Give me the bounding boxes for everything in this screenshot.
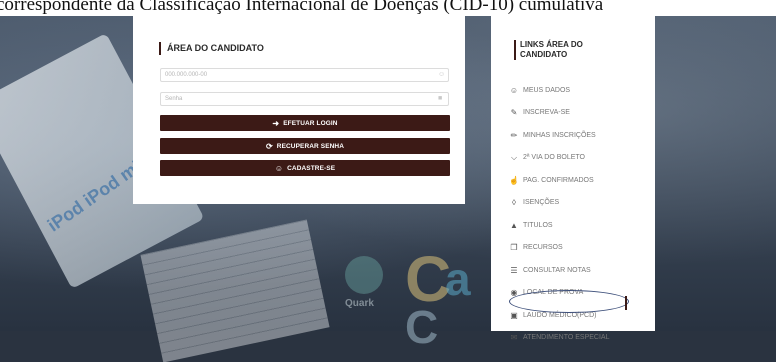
user-icon: ☺ bbox=[274, 163, 284, 173]
sidebar-item-meus-dados[interactable]: ☺ MEUS DADOS bbox=[509, 79, 609, 102]
c-logo-icon-secondary: C bbox=[405, 301, 439, 353]
sidebar-item-label: ATENDIMENTO ESPECIAL bbox=[523, 334, 610, 342]
user-icon: ☺ bbox=[509, 85, 519, 95]
sidebar-item-label: CONSULTAR NOTAS bbox=[523, 266, 591, 274]
login-button[interactable]: ➜ EFETUAR LOGIN bbox=[160, 115, 450, 131]
sidebar-item-label: PAG. CONFIRMADOS bbox=[523, 176, 594, 184]
graduation-cap-icon: ▲ bbox=[510, 220, 518, 230]
cpf-placeholder: 000.000.000-00 bbox=[165, 72, 208, 78]
sidebar-item-label: MINHAS INSCRIÇÕES bbox=[523, 131, 596, 139]
a-logo-icon: a bbox=[445, 253, 471, 305]
background-notebook bbox=[140, 219, 330, 362]
sign-in-icon: ➜ bbox=[272, 118, 280, 128]
top-caption-text: correspondente da Classificação Internac… bbox=[0, 0, 604, 15]
candidate-links-sidebar: LINKS ÁREA DO CANDIDATO ☺ MEUS DADOS ✎ I… bbox=[491, 16, 655, 342]
recover-button-label: RECUPERAR SENHA bbox=[276, 142, 345, 150]
sidebar-item-label: ISENÇÕES bbox=[523, 199, 560, 207]
recover-password-button[interactable]: ⟳ RECUPERAR SENHA bbox=[160, 138, 450, 154]
cpf-input[interactable]: 000.000.000-00 ☺ bbox=[160, 68, 449, 82]
sidebar-item-pag-confirmados[interactable]: ☝ PAG. CONFIRMADOS bbox=[509, 169, 609, 192]
sidebar-item-consultar-notas[interactable]: ☰ CONSULTAR NOTAS bbox=[509, 259, 609, 282]
quark-logo-icon bbox=[345, 256, 383, 294]
sidebar-item-label: MEUS DADOS bbox=[523, 86, 571, 94]
sidebar-item-label: RECURSOS bbox=[523, 244, 563, 252]
sidebar-item-label: TITULOS bbox=[523, 221, 553, 229]
laudo-medico-highlight-ring bbox=[509, 290, 629, 313]
register-button[interactable]: ☺ CADASTRE-SE bbox=[160, 160, 450, 176]
copy-icon: ❐ bbox=[510, 243, 518, 253]
edit-icon: ✏ bbox=[510, 130, 518, 140]
login-card: ÁREA DO CANDIDATO 000.000.000-00 ☺ Senha… bbox=[133, 16, 465, 204]
sidebar-title: LINKS ÁREA DO CANDIDATO bbox=[514, 40, 600, 60]
cart-icon: ⌵ bbox=[510, 152, 518, 162]
register-button-label: CADASTRE-SE bbox=[287, 164, 336, 172]
list-icon: ☰ bbox=[510, 265, 518, 275]
password-placeholder: Senha bbox=[165, 96, 183, 102]
sidebar-item-label: INSCREVA-SE bbox=[523, 109, 570, 117]
sidebar-item-minhas-inscricoes[interactable]: ✏ MINHAS INSCRIÇÕES bbox=[509, 124, 609, 147]
thumbs-up-icon: ☝ bbox=[509, 175, 519, 185]
user-icon: ☺ bbox=[438, 71, 446, 78]
medical-kit-icon: ▣ bbox=[510, 310, 518, 320]
sidebar-item-isencoes[interactable]: ◊ ISENÇÕES bbox=[509, 192, 609, 215]
chat-icon: ✉ bbox=[510, 333, 518, 343]
pencil-icon: ✎ bbox=[510, 108, 518, 118]
sidebar-item-atendimento-especial[interactable]: ✉ ATENDIMENTO ESPECIAL bbox=[509, 327, 610, 350]
sidebar-item-inscreva-se[interactable]: ✎ INSCREVA-SE bbox=[509, 102, 609, 125]
active-item-accent bbox=[625, 296, 627, 310]
password-input[interactable]: Senha ■ bbox=[160, 92, 449, 106]
top-caption-bar: correspondente da Classificação Internac… bbox=[0, 0, 776, 16]
login-title: ÁREA DO CANDIDATO bbox=[159, 42, 264, 55]
tag-icon: ◊ bbox=[512, 198, 516, 208]
sidebar-item-label: 2ª VIA DO BOLETO bbox=[523, 154, 585, 162]
sidebar-item-recursos[interactable]: ❐ RECURSOS bbox=[509, 237, 609, 260]
sidebar-item-segunda-via-boleto[interactable]: ⌵ 2ª VIA DO BOLETO bbox=[509, 147, 609, 170]
lock-icon: ■ bbox=[438, 95, 443, 102]
login-button-label: EFETUAR LOGIN bbox=[283, 119, 338, 127]
quark-logo-text: Quark bbox=[345, 298, 374, 309]
refresh-icon: ⟳ bbox=[265, 141, 273, 151]
sidebar-item-titulos[interactable]: ▲ TITULOS bbox=[509, 214, 609, 237]
